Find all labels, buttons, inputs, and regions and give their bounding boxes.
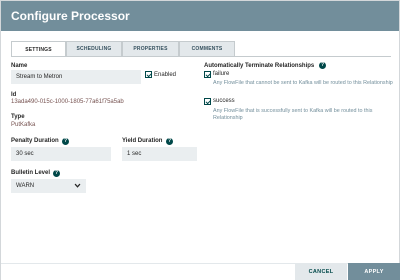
- enabled-checkbox[interactable]: [145, 71, 152, 78]
- enabled-label: Enabled: [154, 72, 177, 78]
- name-input[interactable]: Stream to Metron: [11, 70, 141, 84]
- relationships-header: Automatically Terminate Relationships: [204, 63, 315, 69]
- id-value: 13ada490-015c-1000-1805-77a61f75a5ab: [11, 99, 124, 105]
- type-label: Type: [11, 114, 25, 120]
- bulletin-level-value: WARN: [16, 183, 35, 189]
- help-icon[interactable]: ?: [319, 62, 326, 69]
- dialog-title: Configure Processor: [11, 9, 130, 23]
- success-description: Any FlowFile that is successfully sent t…: [213, 108, 373, 121]
- apply-button[interactable]: APPLY: [348, 263, 400, 280]
- type-value: PutKafka: [11, 122, 36, 128]
- failure-checkbox[interactable]: [204, 71, 211, 78]
- help-icon[interactable]: ?: [53, 170, 60, 177]
- tab-properties[interactable]: PROPERTIES: [122, 41, 179, 56]
- penalty-duration-input[interactable]: 30 sec: [11, 147, 111, 161]
- id-label: Id: [11, 92, 17, 98]
- chevron-down-icon: [74, 183, 81, 188]
- tab-divider: [11, 56, 391, 57]
- yield-duration-label: Yield Duration: [122, 138, 163, 144]
- failure-description: Any FlowFile that cannot be sent to Kafk…: [213, 80, 393, 86]
- bulletin-level-select[interactable]: WARN: [11, 179, 86, 193]
- penalty-duration-label: Penalty Duration: [11, 138, 59, 144]
- name-label: Name: [11, 63, 28, 69]
- failure-label: failure: [213, 71, 230, 77]
- tab-scheduling[interactable]: SCHEDULING: [66, 41, 122, 56]
- dialog-titlebar: Configure Processor: [1, 1, 399, 31]
- yield-duration-input[interactable]: 1 sec: [122, 147, 197, 161]
- tab-settings[interactable]: SETTINGS: [11, 41, 66, 57]
- bulletin-level-label: Bulletin Level: [11, 170, 51, 176]
- help-icon[interactable]: ?: [166, 138, 173, 145]
- tab-bar: SETTINGS SCHEDULING PROPERTIES COMMENTS: [11, 41, 235, 57]
- success-checkbox[interactable]: [204, 98, 211, 105]
- tab-comments[interactable]: COMMENTS: [179, 41, 235, 56]
- success-label: success: [213, 98, 235, 104]
- cancel-button[interactable]: CANCEL: [295, 263, 347, 280]
- help-icon[interactable]: ?: [62, 138, 69, 145]
- configure-processor-dialog: Configure Processor SETTINGS SCHEDULING …: [0, 0, 400, 280]
